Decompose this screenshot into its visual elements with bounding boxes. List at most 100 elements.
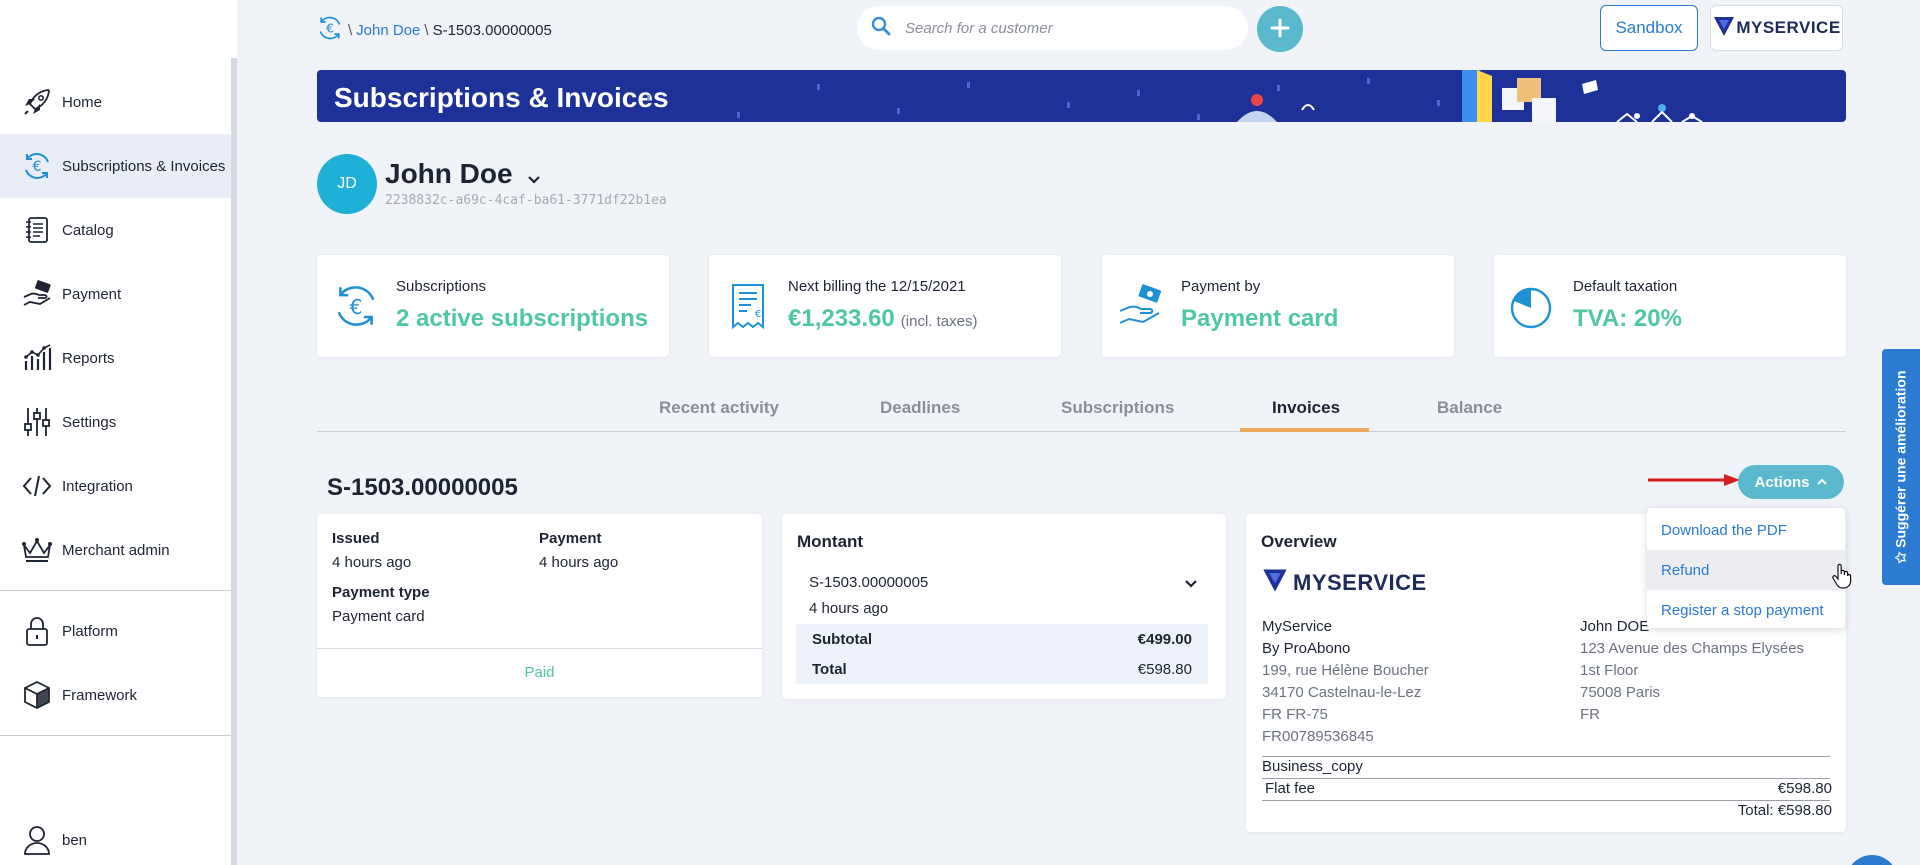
buyer-line: 123 Avenue des Champs Elysées	[1580, 640, 1805, 657]
tab-deadlines[interactable]: Deadlines	[880, 398, 960, 418]
user-menu[interactable]: ben	[0, 808, 231, 865]
sidebar-user: ben	[0, 808, 231, 865]
seller-line: By ProAbono	[1262, 640, 1351, 657]
stat-card-taxation: Default taxation TVA: 20%	[1494, 255, 1846, 357]
sidebar-item-platform[interactable]: Platform	[0, 599, 231, 663]
svg-text:€: €	[326, 21, 334, 35]
tab-recent-activity[interactable]: Recent activity	[659, 398, 779, 418]
buyer-name: John DOE	[1580, 618, 1650, 635]
seller-line: FR FR-75	[1262, 706, 1328, 723]
page-banner: Subscriptions & Invoices	[317, 70, 1846, 122]
sidebar-item-subscriptions[interactable]: € Subscriptions & Invoices	[0, 134, 237, 198]
sidebar-item-label: Catalog	[62, 221, 114, 239]
chat-bubble-button[interactable]	[1846, 855, 1898, 865]
sidebar-item-reports[interactable]: Reports	[0, 326, 231, 390]
sidebar-item-label: Merchant admin	[62, 541, 170, 559]
plus-icon	[1270, 13, 1290, 45]
customer-search	[857, 6, 1248, 50]
amount-item: S-1503.00000005	[809, 574, 929, 591]
sidebar-item-framework[interactable]: Framework	[0, 663, 231, 727]
brand-logo[interactable]: MYSERVICE	[1710, 5, 1843, 51]
invoice-number: S-1503.00000005	[327, 474, 518, 501]
menu-item-register-stop-payment[interactable]: Register a stop payment	[1647, 590, 1845, 630]
payment-type-label: Payment type	[332, 584, 430, 601]
receipt-icon: €	[723, 281, 773, 331]
breadcrumb-separator: \	[348, 21, 353, 39]
issued-value: 4 hours ago	[332, 554, 412, 571]
overview-divider	[1262, 800, 1830, 801]
menu-item-download-pdf[interactable]: Download the PDF	[1647, 510, 1845, 550]
banner-illustration	[647, 70, 1703, 122]
total-label: Total	[812, 660, 847, 678]
stat-value-text: TVA: 20%	[1573, 305, 1682, 332]
stat-card-payment: Payment by Payment card	[1102, 255, 1454, 357]
stat-value: TVA: 20%	[1573, 305, 1682, 333]
brand-mark-icon	[1712, 14, 1736, 43]
actions-button[interactable]: Actions	[1738, 465, 1844, 499]
breadcrumb: € \ John Doe \ S-1503.00000005	[316, 14, 552, 46]
seller-name: MyService	[1262, 618, 1333, 635]
buyer-line: 1st Floor	[1580, 662, 1639, 679]
sidebar-item-settings[interactable]: Settings	[0, 390, 231, 454]
hand-money-icon	[1116, 281, 1166, 331]
customer-name[interactable]: John Doe	[385, 156, 541, 192]
sidebar-item-payment[interactable]: Payment	[0, 262, 231, 326]
customer-tabs: Recent activity Deadlines Subscriptions …	[317, 392, 1846, 432]
stat-card-subscriptions: € Subscriptions 2 active subscriptions	[317, 255, 669, 357]
euro-cycle-icon: €	[20, 149, 54, 183]
payment-type-value: Payment card	[332, 608, 425, 625]
menu-item-refund[interactable]: Refund	[1647, 550, 1845, 590]
sidebar-item-label: Framework	[62, 686, 138, 704]
stat-label: Default taxation	[1573, 278, 1678, 295]
invoice-status-card: Issued 4 hours ago Payment 4 hours ago P…	[317, 514, 762, 697]
tab-invoices[interactable]: Invoices	[1272, 398, 1340, 418]
feedback-label-text: Suggérer une amélioration	[1892, 370, 1909, 548]
subtotal-label: Subtotal	[812, 630, 872, 648]
brand-name: MYSERVICE	[1736, 18, 1841, 37]
feedback-tab[interactable]: ✩ Suggérer une amélioration	[1882, 349, 1920, 585]
sparkle-icon: ✩	[1892, 547, 1909, 564]
overview-divider	[1262, 756, 1830, 757]
svg-text:€: €	[350, 295, 363, 319]
line-item-label: Flat fee	[1265, 780, 1316, 797]
tab-balance[interactable]: Balance	[1437, 398, 1502, 418]
sidebar-item-label: Platform	[62, 622, 118, 640]
chevron-down-icon[interactable]	[527, 160, 541, 192]
total-value: €598.80	[1137, 660, 1192, 678]
line-item-value: €598.80	[1777, 780, 1832, 797]
overview-divider	[1262, 778, 1830, 779]
buyer-line: FR	[1580, 706, 1600, 723]
sidebar-scrollbar[interactable]	[231, 58, 237, 865]
search-input[interactable]	[905, 19, 1205, 37]
sidebar-item-integration[interactable]: Integration	[0, 454, 231, 518]
sidebar-item-home[interactable]: Home	[0, 70, 231, 134]
active-tab-indicator	[1240, 428, 1369, 432]
overview-logo: MYSERVICE	[1261, 566, 1427, 599]
sidebar-item-merchant-admin[interactable]: Merchant admin	[0, 518, 231, 582]
chevron-down-icon[interactable]	[1184, 576, 1198, 594]
overview-title: Overview	[1261, 532, 1337, 551]
user-icon	[20, 823, 54, 857]
breadcrumb-current: S-1503.00000005	[432, 21, 552, 39]
add-button[interactable]	[1257, 6, 1303, 52]
sidebar-item-label: Settings	[62, 413, 117, 431]
buyer-line: 75008 Paris	[1580, 684, 1661, 701]
sliders-icon	[20, 405, 54, 439]
hand-cursor-icon	[1832, 563, 1852, 589]
sandbox-button[interactable]: Sandbox	[1600, 5, 1698, 51]
status-badge: Paid	[524, 664, 555, 681]
tab-subscriptions[interactable]: Subscriptions	[1061, 398, 1174, 418]
stat-value-text: €1,233.60	[788, 305, 895, 332]
sidebar-item-catalog[interactable]: Catalog	[0, 198, 231, 262]
subtotal-row: Subtotal €499.00	[796, 624, 1208, 654]
invoice-amount-card: Montant S-1503.00000005 4 hours ago Subt…	[782, 514, 1226, 699]
chart-icon	[20, 341, 54, 375]
breadcrumb-customer[interactable]: John Doe	[356, 22, 420, 39]
breadcrumb-separator: \	[424, 21, 429, 39]
euro-cycle-icon[interactable]: €	[316, 14, 344, 46]
sidebar-item-label: Subscriptions & Invoices	[62, 157, 226, 175]
card-divider	[317, 648, 762, 649]
notebook-icon	[20, 213, 54, 247]
sidebar-nav: Home € Subscriptions & Invoices Catalog …	[0, 70, 237, 744]
stat-value-text: 2 active subscriptions	[396, 305, 649, 332]
